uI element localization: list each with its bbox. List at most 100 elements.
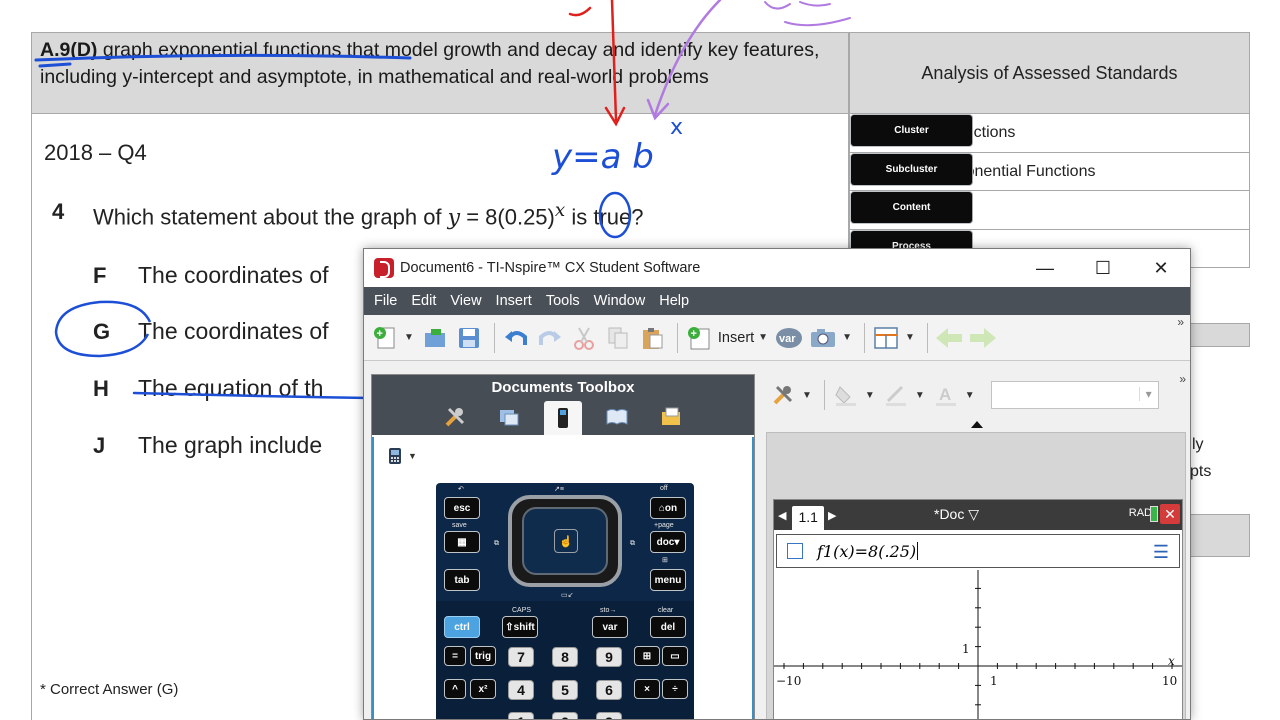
cut-icon[interactable] — [569, 323, 599, 353]
chevron-down-icon[interactable]: ▼ — [404, 332, 414, 343]
screenshot-camera-icon[interactable] — [808, 323, 838, 353]
document-tools-icon[interactable] — [768, 380, 798, 410]
menu-tools[interactable]: Tools — [546, 293, 580, 309]
collapse-arrow-icon[interactable] — [971, 421, 983, 428]
key-1[interactable]: 1 — [508, 712, 534, 719]
key-7[interactable]: 7 — [508, 647, 534, 667]
option-text-h: The equation of th — [138, 375, 324, 401]
menu-key[interactable]: menu — [650, 569, 686, 591]
key-5[interactable]: 5 — [552, 680, 578, 700]
menu-view[interactable]: View — [450, 293, 481, 309]
touchpad[interactable]: ☝ — [508, 495, 622, 587]
divide-key[interactable]: ÷ — [662, 679, 688, 699]
touchpad-surface[interactable]: ☝ — [522, 507, 608, 575]
esc-key[interactable]: esc — [444, 497, 480, 519]
ctrl-key[interactable]: ctrl — [444, 616, 480, 638]
open-document-icon[interactable] — [420, 323, 450, 353]
key-2[interactable]: 2 — [552, 712, 578, 719]
page-layout-icon[interactable] — [871, 323, 901, 353]
chevron-down-icon[interactable]: ▼ — [758, 332, 768, 343]
tab-right-arrow-icon[interactable]: ▶ — [828, 509, 836, 522]
copy-icon[interactable] — [603, 323, 633, 353]
utilities-book-icon[interactable] — [598, 401, 636, 433]
calculator-keypad-icon[interactable] — [544, 401, 582, 435]
key-9[interactable]: 9 — [596, 647, 622, 667]
caret-key[interactable]: ^ — [444, 679, 466, 699]
font-combo[interactable] — [990, 381, 1159, 409]
tab-key[interactable]: tab — [444, 569, 480, 591]
equals-key[interactable]: = — [444, 646, 466, 666]
svg-text:+: + — [690, 328, 696, 340]
text-color-icon[interactable]: A — [931, 380, 961, 410]
toolbar-overflow-icon[interactable]: » — [1177, 315, 1184, 329]
undo-icon[interactable] — [501, 323, 531, 353]
catalog-key[interactable]: ▭ — [662, 646, 688, 666]
key-6[interactable]: 6 — [596, 680, 622, 700]
chevron-down-icon[interactable]: ▼ — [408, 451, 417, 461]
menu-file[interactable]: File — [374, 293, 397, 309]
key-3[interactable]: 3 — [596, 712, 622, 719]
template-key[interactable]: ⊞ — [634, 646, 660, 666]
menu-edit[interactable]: Edit — [411, 293, 436, 309]
window-controls: — ☐ ✕ — [1016, 249, 1190, 287]
keypad-selector[interactable]: ▼ — [386, 447, 417, 465]
insert-label[interactable]: Insert — [718, 330, 754, 346]
click-center-icon[interactable]: ☝ — [554, 529, 578, 553]
tab-left-arrow-icon[interactable]: ◀ — [778, 509, 786, 522]
menu-insert[interactable]: Insert — [496, 293, 532, 309]
shift-key[interactable]: ⇧shift — [502, 616, 538, 638]
on-key[interactable]: ⌂on — [650, 497, 686, 519]
document-tools-icon[interactable] — [436, 401, 474, 433]
variable-icon[interactable]: var — [774, 323, 804, 353]
graph-area[interactable] — [774, 570, 1182, 720]
key-8[interactable]: 8 — [552, 647, 578, 667]
insert-page-icon[interactable]: + — [684, 323, 714, 353]
list-icon[interactable]: ☰ — [1153, 542, 1169, 563]
chevron-down-icon[interactable]: ▼ — [865, 390, 875, 401]
new-document-icon[interactable]: + — [370, 323, 400, 353]
previous-page-icon[interactable] — [934, 323, 964, 353]
chevron-down-icon[interactable]: ▼ — [965, 390, 975, 401]
minimize-button[interactable]: — — [1016, 249, 1074, 287]
correct-answer-note: * Correct Answer (G) — [40, 681, 179, 698]
key-4[interactable]: 4 — [508, 680, 534, 700]
close-button[interactable]: ✕ — [1132, 249, 1190, 287]
next-page-icon[interactable] — [968, 323, 998, 353]
page-sorter-icon[interactable] — [490, 401, 528, 433]
var-key[interactable]: var — [592, 616, 628, 638]
table-fragment: ly — [1192, 436, 1204, 453]
function-entry-text[interactable]: f1(x)=8(.25) — [817, 542, 916, 561]
line-color-icon[interactable] — [881, 380, 911, 410]
close-page-icon[interactable]: ✕ — [1160, 504, 1180, 524]
main-toolbar: + ▼ + Insert ▼ var ▼ ▼ » — [364, 315, 1190, 361]
content-explorer-icon[interactable] — [652, 401, 690, 433]
toolbar-overflow-icon[interactable]: » — [1179, 372, 1186, 386]
right-arrow-label: ⧉ — [630, 540, 635, 547]
doc-name[interactable]: *Doc ▽ — [934, 506, 979, 523]
menu-window[interactable]: Window — [594, 293, 646, 309]
function-entry-line[interactable]: f1(x)=8(.25) ☰ — [776, 534, 1180, 568]
doc-key[interactable]: doc▾ — [650, 531, 686, 553]
chevron-down-icon[interactable]: ▼ — [802, 390, 812, 401]
menu-help[interactable]: Help — [659, 293, 689, 309]
paste-icon[interactable] — [637, 323, 667, 353]
trig-key[interactable]: trig — [470, 646, 496, 666]
save-icon[interactable] — [454, 323, 484, 353]
chevron-down-icon[interactable]: ▼ — [842, 332, 852, 343]
x-axis-name: x — [1168, 654, 1175, 668]
chevron-down-icon[interactable]: ▼ — [905, 332, 915, 343]
table-row: ClusterExponential Functions — [849, 114, 1250, 153]
chevron-down-icon[interactable]: ▼ — [915, 390, 925, 401]
left-arrow-label: ⧉ — [494, 540, 499, 547]
page-tab-1-1[interactable]: 1.1 — [792, 506, 824, 530]
multiply-key[interactable]: × — [634, 679, 660, 699]
square-key[interactable]: x² — [470, 679, 496, 699]
fill-color-icon[interactable] — [831, 380, 861, 410]
del-key[interactable]: del — [650, 616, 686, 638]
function-checkbox[interactable] — [787, 543, 803, 559]
maximize-button[interactable]: ☐ — [1074, 249, 1132, 287]
redo-icon[interactable] — [535, 323, 565, 353]
toolbar-divider — [823, 380, 825, 410]
scratchpad-key[interactable]: ▦ — [444, 531, 480, 553]
sto-label: sto→ — [600, 607, 617, 614]
